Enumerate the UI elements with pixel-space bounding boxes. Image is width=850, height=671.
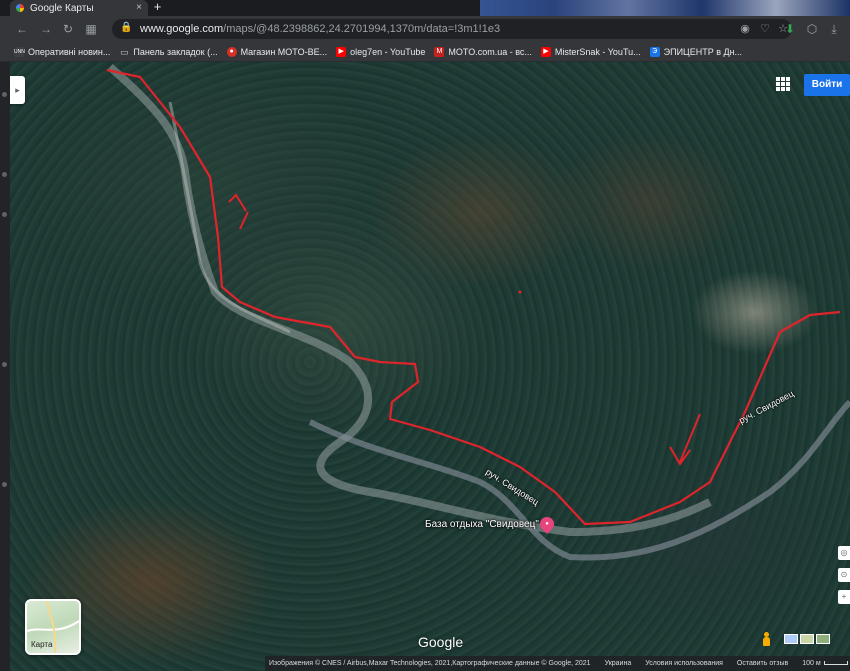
- download-extension-icon[interactable]: ⬇: [782, 21, 798, 37]
- satellite-map[interactable]: ▸ Войти руч. Свидовец руч. Свидовец ● Ба…: [10, 62, 850, 671]
- google-maps-favicon-icon: [16, 4, 24, 12]
- new-tab-button[interactable]: +: [151, 0, 164, 14]
- layer-thumb[interactable]: [816, 634, 830, 644]
- bookmark-label: Магазин MOTO-BE...: [240, 46, 328, 57]
- camera-icon[interactable]: ◉: [738, 22, 752, 36]
- tab-title: Google Карты: [30, 2, 94, 14]
- reload-icon[interactable]: ↻: [60, 21, 76, 37]
- tab-strip: Google Карты × +: [0, 0, 850, 16]
- google-logo: Google: [418, 634, 464, 650]
- url-path: /maps/@48.2398862,24.2701994,1370m/data=…: [223, 23, 501, 35]
- bookmark-item[interactable]: Э ЭПИЦЕНТР в Дн...: [649, 46, 743, 57]
- bookmark-favicon-icon: Э: [649, 46, 660, 57]
- side-dot-icon: [2, 362, 7, 367]
- bookmark-label: MOTO.com.ua - вс...: [448, 46, 532, 57]
- bookmark-favicon-icon: UNN: [14, 46, 25, 57]
- side-dot-icon: [2, 212, 7, 217]
- bookmark-item[interactable]: ▶ MisterSnak - YouTu...: [540, 46, 641, 57]
- minimap-label: Карта: [31, 640, 53, 649]
- route-dot: [518, 290, 522, 294]
- map-type-toggle[interactable]: Карта: [25, 599, 81, 655]
- left-side-strip: [0, 62, 10, 671]
- bookmark-item[interactable]: ▭ Панель закладок (...: [119, 47, 217, 57]
- bookmark-item[interactable]: ▶ oleg7en - YouTube: [336, 46, 426, 57]
- terms-link[interactable]: Условия использования: [645, 660, 723, 667]
- bookmark-label: MisterSnak - YouTu...: [554, 46, 641, 57]
- bookmarks-bar: UNN Оперативні новин... ▭ Панель закладок …: [0, 42, 850, 62]
- cube-extension-icon[interactable]: ⬡: [804, 21, 820, 37]
- side-dot-icon: [2, 482, 7, 487]
- youtube-icon: ▶: [540, 46, 551, 57]
- compass-icon[interactable]: ◎: [838, 546, 850, 560]
- layer-thumbnails[interactable]: [784, 634, 830, 644]
- bookmark-label: Оперативні новин...: [28, 46, 111, 57]
- heart-icon[interactable]: ♡: [758, 22, 772, 36]
- poi-pin-icon[interactable]: ●: [537, 514, 557, 534]
- bookmark-label: ЭПИЦЕНТР в Дн...: [663, 46, 743, 57]
- scale-label[interactable]: 100 м: [802, 660, 848, 667]
- desktop-background: [480, 0, 850, 16]
- bookmark-label: oleg7en - YouTube: [350, 46, 426, 57]
- youtube-icon: ▶: [336, 46, 347, 57]
- url-domain: www.google.com: [140, 23, 224, 35]
- layer-thumb[interactable]: [800, 634, 814, 644]
- bookmark-item[interactable]: UNN Оперативні новин...: [14, 46, 111, 57]
- folder-icon: ▭: [120, 46, 129, 57]
- lock-icon: 🔒: [120, 22, 133, 33]
- back-arrow-icon[interactable]: ←: [14, 21, 30, 37]
- country-link[interactable]: Украина: [605, 660, 632, 667]
- apps-grid-icon[interactable]: ▦: [83, 21, 99, 37]
- poi-label[interactable]: База отдыха "Свидовец": [425, 519, 539, 530]
- layer-thumb[interactable]: [784, 634, 798, 644]
- bookmark-label: Панель закладок (...: [133, 46, 218, 57]
- pegman-icon[interactable]: [762, 632, 770, 646]
- scale-bar: [823, 661, 848, 666]
- address-bar[interactable]: 🔒 www.google.com/maps/@48.2398862,24.270…: [112, 19, 792, 39]
- zoom-in-button[interactable]: +: [838, 590, 850, 604]
- bookmark-favicon-icon: M: [434, 46, 445, 57]
- attribution-text: Изображения © CNES / Airbus,Maxar Techno…: [269, 660, 591, 667]
- route-arrow-up-icon: [228, 193, 249, 230]
- side-dot-icon: [2, 92, 7, 97]
- sign-in-button[interactable]: Войти: [804, 74, 850, 96]
- bookmark-item[interactable]: ● Магазин MOTO-BE...: [226, 46, 328, 57]
- bookmark-favicon-icon: ●: [226, 46, 237, 57]
- google-apps-icon[interactable]: [776, 77, 790, 91]
- map-overlay: [106, 63, 850, 561]
- tab-close-icon[interactable]: ×: [136, 2, 142, 13]
- side-dot-icon: [2, 172, 7, 177]
- url-text[interactable]: www.google.com/maps/@48.2398862,24.27019…: [140, 23, 500, 35]
- my-location-icon[interactable]: ⊙: [838, 568, 850, 582]
- browser-toolbar: ← → ↻ ▦ 🔒 www.google.com/maps/@48.239886…: [0, 16, 850, 42]
- feedback-link[interactable]: Оставить отзыв: [737, 660, 788, 667]
- tab-google-maps[interactable]: Google Карты ×: [10, 0, 148, 16]
- bookmark-item[interactable]: M MOTO.com.ua - вс...: [434, 46, 532, 57]
- downloads-icon[interactable]: ⤓: [826, 21, 842, 37]
- route-arrow-down-icon: [669, 413, 701, 466]
- attribution-bar: Изображения © CNES / Airbus,Maxar Techno…: [265, 656, 850, 671]
- forward-arrow-icon[interactable]: →: [38, 21, 54, 37]
- side-panel-toggle[interactable]: ▸: [10, 76, 25, 104]
- dirt-road: [168, 101, 291, 334]
